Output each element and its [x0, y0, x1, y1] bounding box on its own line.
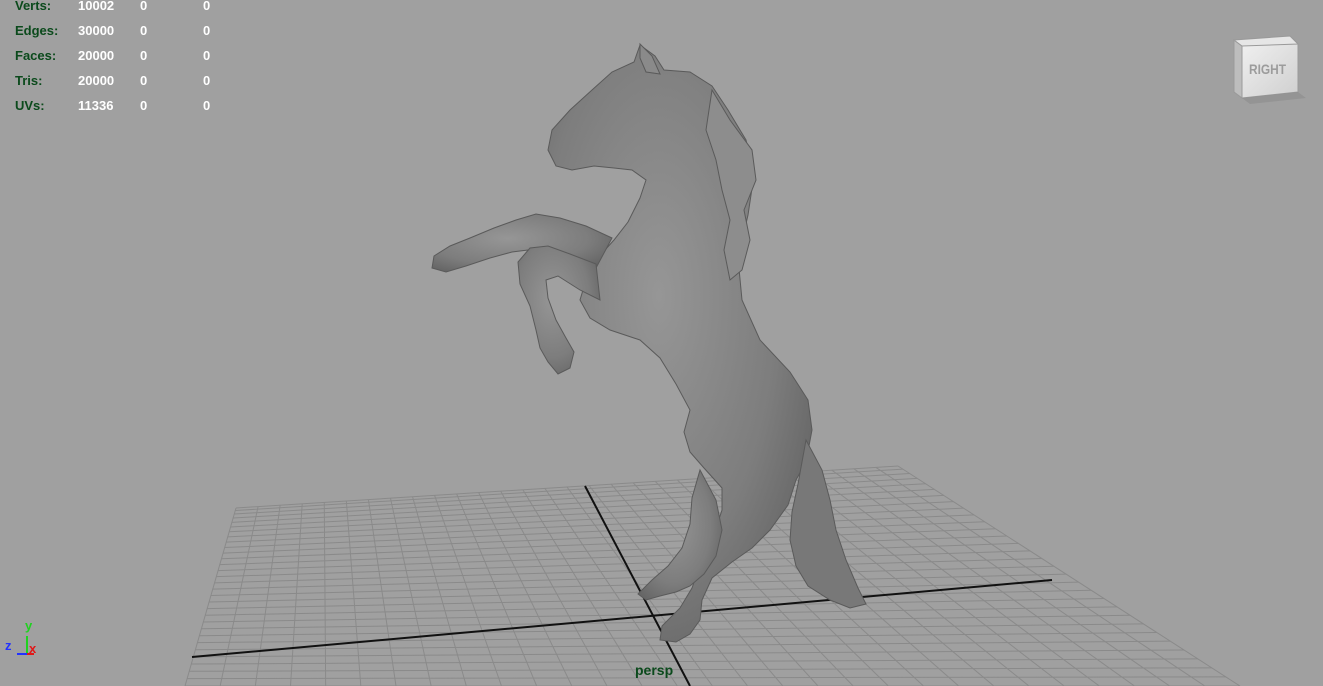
- hud-value: 10002: [78, 0, 115, 13]
- axis-z-label: z: [5, 638, 12, 653]
- poly-count-hud: Verts: 10002 0 0 Edges: 30000 0 0 Faces:…: [0, 0, 230, 118]
- hud-label: UVs:: [15, 98, 45, 113]
- grid-line: [412, 496, 467, 686]
- grid-line: [193, 649, 1184, 658]
- hud-label: Edges:: [15, 23, 59, 38]
- hud-value: 0: [203, 0, 211, 13]
- grid-line: [345, 500, 362, 686]
- grid-line: [875, 466, 1206, 686]
- grid-line: [897, 465, 1241, 686]
- grid-line: [189, 667, 1212, 672]
- hud-row-edges: Edges: 30000 0 0: [0, 18, 230, 43]
- hud-value: 0: [203, 73, 211, 88]
- hud-value: 0: [140, 23, 148, 38]
- axis-x-label: x: [29, 641, 37, 656]
- hud-value: 0: [203, 48, 211, 63]
- grid-line: [389, 498, 432, 686]
- camera-name-label: persp: [635, 662, 674, 678]
- hud-row-faces: Faces: 20000 0 0: [0, 43, 230, 68]
- hud-value: 11336: [78, 98, 114, 113]
- perspective-viewport[interactable]: Verts: 10002 0 0 Edges: 30000 0 0 Faces:…: [0, 0, 1323, 686]
- hud-value: 30000: [78, 23, 115, 38]
- view-cube-face-label[interactable]: RIGHT: [1249, 61, 1286, 77]
- hud-row-tris: Tris: 20000 0 0: [0, 68, 230, 93]
- horse-model[interactable]: [431, 42, 867, 643]
- hud-row-uvs: UVs: 11336 0 0: [0, 93, 230, 118]
- hud-value: 0: [140, 73, 148, 88]
- grid-line: [219, 506, 259, 686]
- grid-line: [831, 469, 1135, 686]
- hud-label: Verts:: [15, 0, 52, 13]
- hud-value: 0: [203, 98, 211, 113]
- grid-line: [478, 492, 573, 686]
- axis-y-label: y: [25, 618, 33, 633]
- hud-row-verts: Verts: 10002 0 0: [0, 0, 230, 18]
- grid-line: [254, 505, 281, 686]
- hud-value: 0: [203, 23, 211, 38]
- hud-value: 0: [140, 98, 148, 113]
- grid-line: [191, 658, 1198, 665]
- hud-value: 0: [140, 0, 148, 13]
- grid-line: [290, 503, 303, 686]
- grid-line: [214, 557, 1042, 584]
- hud-value: 0: [140, 48, 148, 63]
- hud-value: 20000: [78, 48, 115, 63]
- hud-label: Faces:: [15, 48, 57, 63]
- hud-value: 20000: [78, 73, 115, 88]
- hud-label: Tris:: [15, 73, 43, 88]
- grid-line: [367, 499, 397, 686]
- grid-line: [853, 468, 1170, 686]
- grid-line: [195, 640, 1171, 651]
- grid-line: [323, 502, 327, 686]
- grid-line: [184, 507, 237, 686]
